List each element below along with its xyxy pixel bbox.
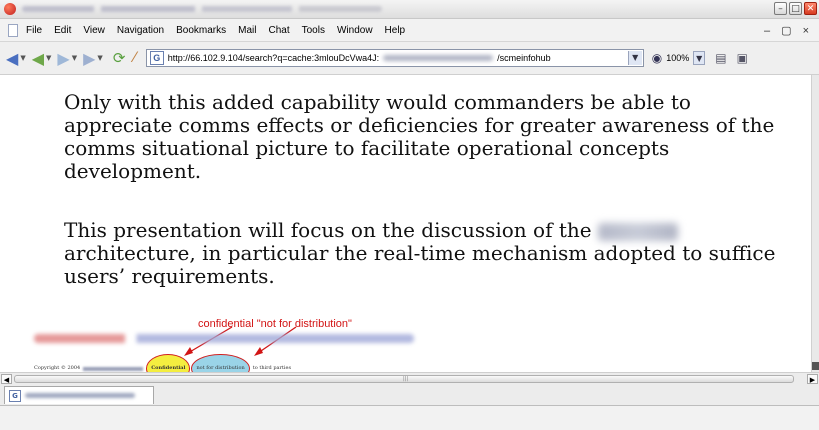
menu-edit[interactable]: Edit: [54, 25, 71, 36]
horizontal-scrollbar[interactable]: ◀ ||| ▶: [0, 372, 819, 386]
menu-file[interactable]: File: [26, 25, 42, 36]
search-engine-icon: G: [149, 51, 164, 65]
document-icon: [8, 23, 18, 37]
chevron-down-icon: ▼: [97, 54, 103, 62]
menu-bar: File Edit View Navigation Bookmarks Mail…: [0, 19, 819, 42]
zoom-dropdown-button[interactable]: ▼: [693, 51, 706, 65]
close-button[interactable]: ✕: [804, 2, 817, 15]
reload-icon[interactable]: ⟳: [113, 49, 126, 67]
menu-window[interactable]: Window: [337, 25, 373, 36]
redacted-window-title: [22, 6, 382, 12]
page-options-icon[interactable]: ▣: [737, 51, 748, 65]
menu-mail[interactable]: Mail: [238, 25, 256, 36]
window-controls: – □ ✕: [774, 2, 817, 15]
page-content: Only with this added capability would co…: [0, 75, 812, 372]
title-bar: – □ ✕: [0, 0, 819, 19]
vertical-scrollbar[interactable]: [811, 75, 819, 372]
back-history-button[interactable]: ◀ ▼: [32, 49, 52, 68]
browser-logo-icon: [4, 3, 16, 15]
url-text-start: http://66.102.9.104/search?q=cache:3mlou…: [167, 53, 380, 63]
redacted-footer-title: [34, 334, 414, 343]
stop-icon[interactable]: ⁄: [133, 50, 135, 66]
tab-bar: G: [0, 385, 819, 406]
fast-forward-button[interactable]: ▶ ▼: [83, 49, 103, 68]
zoom-level: 100%: [666, 53, 690, 63]
redacted-tab-title: [25, 393, 135, 398]
forward-button[interactable]: ▶ ▼: [57, 49, 77, 68]
url-dropdown-button[interactable]: ▼: [627, 51, 642, 65]
minimize-button[interactable]: –: [774, 2, 787, 15]
menu-help[interactable]: Help: [385, 25, 406, 36]
chevron-down-icon: ▼: [71, 54, 78, 62]
menu-view[interactable]: View: [83, 25, 105, 36]
navigation-toolbar: ◀ ▼ ◀ ▼ ▶ ▼ ▶ ▼ ⟳ ⁄ G http://66.102.9.104/se…: [0, 42, 819, 75]
confidential-highlight: Confidential: [146, 354, 191, 372]
back-icon: ◀: [6, 48, 19, 68]
redacted-company-name: [83, 366, 144, 371]
maximize-button[interactable]: □: [789, 2, 802, 15]
forward-icon: ▶: [57, 48, 70, 68]
grip-icon: |||: [403, 376, 409, 382]
menu-bookmarks[interactable]: Bookmarks: [176, 25, 226, 36]
menu-chat[interactable]: Chat: [268, 25, 289, 36]
vertical-scroll-thumb[interactable]: [812, 362, 819, 370]
search-engine-icon: G: [9, 389, 21, 402]
copyright-line: Copyright © 2004 Confidential not for di…: [34, 354, 291, 372]
not-for-distribution-highlight: not for distribution: [191, 354, 250, 372]
annotation-arrows: [184, 326, 297, 356]
back-button[interactable]: ◀ ▼: [6, 49, 26, 68]
scroll-left-button[interactable]: ◀: [1, 374, 12, 384]
tab-active[interactable]: G: [4, 386, 154, 404]
status-bar: [0, 406, 819, 430]
menu-navigation[interactable]: Navigation: [117, 25, 164, 36]
chevron-down-icon: ▼: [20, 54, 26, 62]
eye-icon[interactable]: ◉: [652, 51, 662, 65]
menu-tools[interactable]: Tools: [302, 25, 325, 36]
redacted-url-segment: [383, 55, 494, 61]
horizontal-scroll-thumb[interactable]: |||: [14, 375, 794, 383]
green-back-icon: ◀: [31, 48, 45, 68]
url-text-end: /scmeinfohub: [497, 53, 551, 63]
address-bar[interactable]: G http://66.102.9.104/search?q=cache:3ml…: [145, 49, 644, 67]
scroll-right-button[interactable]: ▶: [807, 374, 818, 384]
fast-forward-icon: ▶: [83, 48, 96, 68]
copyright-prefix: Copyright © 2004: [34, 365, 81, 371]
document-window-controls[interactable]: – ▢ ×: [764, 24, 813, 37]
print-icon[interactable]: ▤: [715, 51, 726, 65]
chevron-down-icon: ▼: [46, 54, 52, 62]
copyright-suffix: to third parties: [252, 365, 292, 371]
